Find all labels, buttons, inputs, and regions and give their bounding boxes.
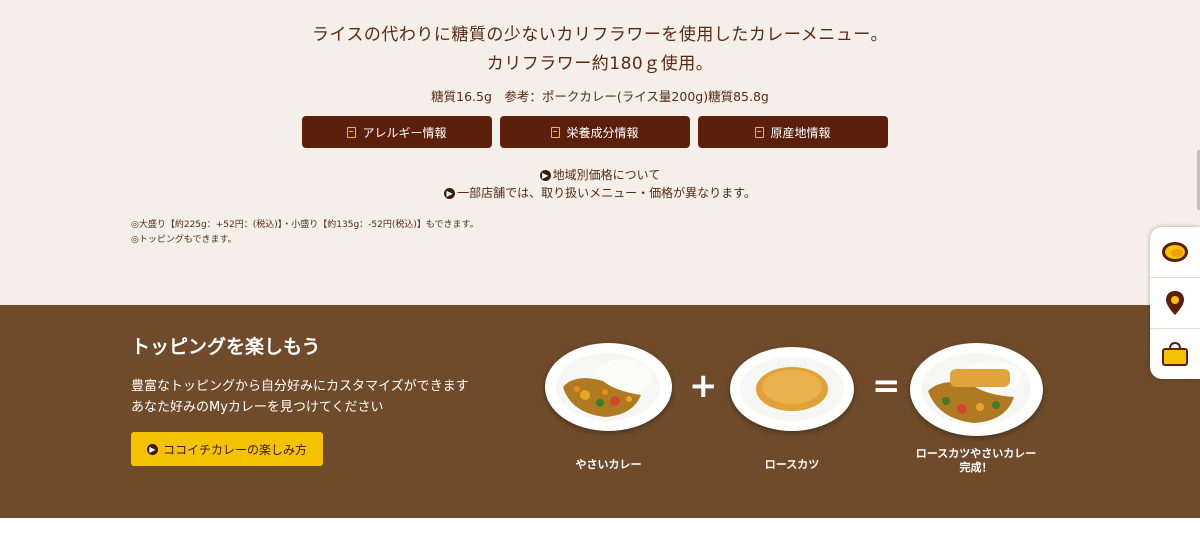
- size-option-note: ◎大盛り【約225g：+52円：(税込)】・小盛り【約135g：-52円(税込)…: [131, 220, 479, 230]
- how-to-enjoy-button[interactable]: ▶ ココイチカレーの楽しみ方: [131, 432, 323, 466]
- topping-text-2: あなた好みのMyカレーを見つけてください: [131, 400, 384, 415]
- arrow-right-circle-icon: ▶: [444, 188, 456, 199]
- dish-label-vegetable-curry: やさいカレー: [575, 458, 642, 471]
- origin-info-label: 原産地情報: [770, 125, 831, 140]
- topping-text-1: 豊富なトッピングから自分好みにカスタマイズができます: [131, 379, 469, 394]
- pdf-icon: [755, 126, 765, 138]
- side-nav-store-locator[interactable]: [1150, 278, 1200, 329]
- side-nav-order[interactable]: [1150, 329, 1200, 379]
- allergy-info-button[interactable]: アレルギー情報: [302, 116, 492, 148]
- topping-option-note: ◎トッピングもできます。: [131, 235, 237, 245]
- origin-info-button[interactable]: 原産地情報: [698, 116, 888, 148]
- pork-cutlet-image: [730, 347, 854, 431]
- nutrition-info-button[interactable]: 栄養成分情報: [500, 116, 690, 148]
- nutrition-info-label: 栄養成分情報: [566, 125, 639, 140]
- description-line-1: ライスの代わりに糖質の少ないカリフラワーを使用したカレーメニュー。: [311, 25, 889, 45]
- dish-label-completed: ロースカツやさいカレー 完成！: [915, 447, 1037, 474]
- store-notice-link[interactable]: ▶ 一部店舗では、取り扱いメニュー・価格が異なります。: [0, 184, 1200, 201]
- description-line-2: カリフラワー約180ｇ使用。: [486, 54, 714, 74]
- map-pin-icon: [1166, 291, 1184, 315]
- carb-info: 糖質16.5g 参考：ポークカレー(ライス量200g)糖質85.8g: [431, 89, 769, 104]
- how-to-enjoy-label: ココイチカレーの楽しみ方: [162, 442, 307, 457]
- store-notice-label: 一部店舗では、取り扱いメニュー・価格が異なります。: [457, 186, 756, 200]
- curry-bowl-icon: [1162, 242, 1188, 262]
- pdf-icon: [347, 126, 357, 138]
- side-nav: [1150, 227, 1200, 379]
- arrow-right-circle-icon: ▶: [539, 170, 551, 181]
- shopping-bag-icon: [1162, 341, 1188, 366]
- product-detail-section: [0, 0, 1200, 305]
- allergy-info-label: アレルギー情報: [362, 125, 447, 140]
- plus-sign: +: [689, 366, 718, 406]
- vegetable-curry-image: [545, 343, 672, 431]
- completed-dish-image: [910, 343, 1043, 436]
- dish-label-pork-cutlet: ロースカツ: [764, 458, 820, 471]
- topping-title: トッピングを楽しもう: [131, 336, 321, 358]
- page-bottom-strip: [0, 518, 1200, 547]
- regional-price-label: 地域別価格について: [552, 168, 661, 182]
- side-nav-curry[interactable]: [1150, 227, 1200, 278]
- equals-sign: =: [872, 366, 901, 406]
- arrow-right-circle-icon: ▶: [146, 443, 158, 455]
- pdf-icon: [551, 126, 561, 138]
- regional-price-link[interactable]: ▶ 地域別価格について: [0, 166, 1200, 183]
